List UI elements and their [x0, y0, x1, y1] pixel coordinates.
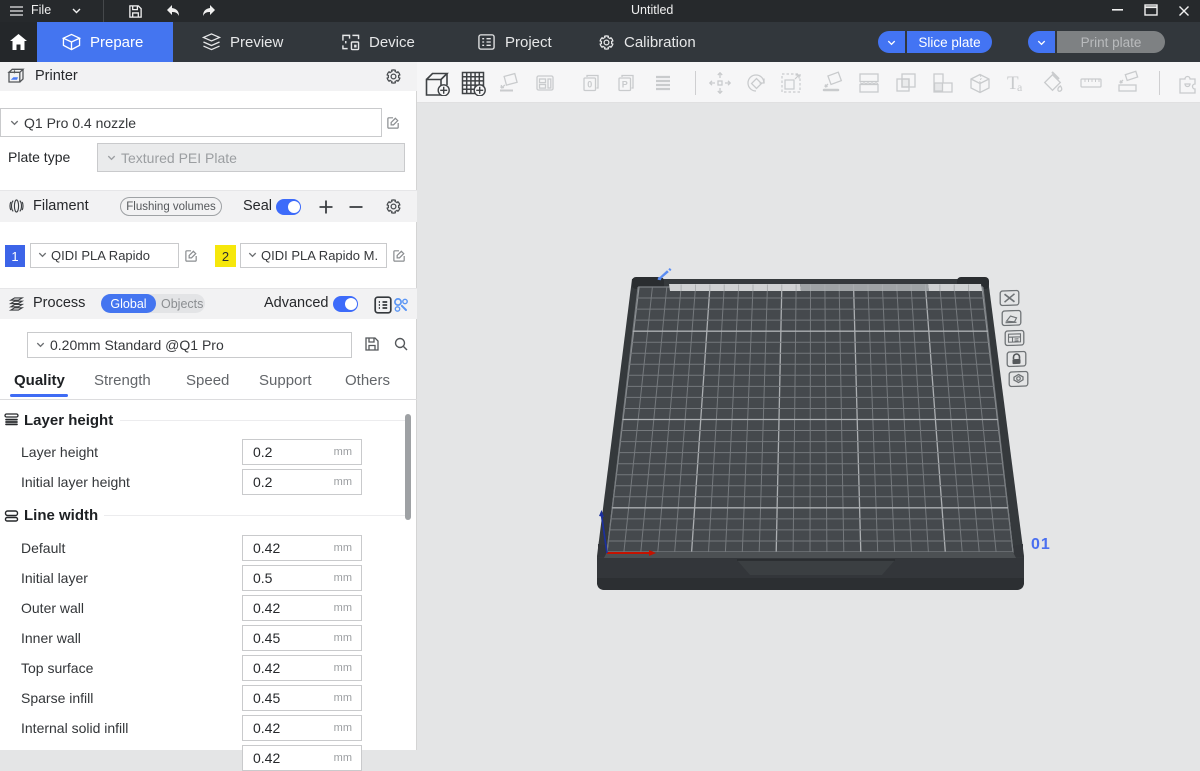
- svg-text:a: a: [1017, 80, 1023, 94]
- svg-text:0: 0: [587, 80, 592, 90]
- svg-text:P: P: [622, 80, 628, 90]
- svg-text:01: 01: [1031, 536, 1051, 553]
